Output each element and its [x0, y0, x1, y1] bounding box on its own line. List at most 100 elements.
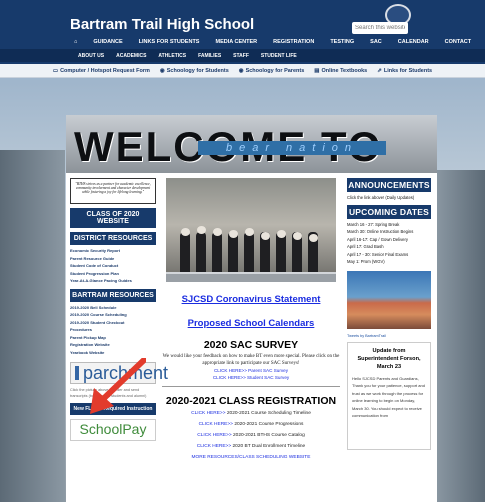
bartram-resources-heading: BARTRAM RESOURCES — [70, 288, 156, 302]
background-building-left — [0, 150, 65, 502]
link-desc: 2020-2021 BTHS Course Catalog — [231, 433, 305, 438]
subnav-academics[interactable]: ACADEMICS — [110, 53, 152, 59]
subnav-about-us[interactable]: ABOUT US — [72, 53, 110, 59]
list-item: March 30: Online Instruction Begins — [347, 229, 414, 234]
list-item[interactable]: 2019-2020 Student Checkout — [70, 319, 156, 327]
class-registration-title: 2020-2021 CLASS REGISTRATION — [165, 395, 337, 407]
quick-schoology-parents[interactable]: ◉ Schoology for Parents — [239, 68, 305, 74]
list-item[interactable]: Yearbook Website — [70, 349, 156, 357]
quick-schoology-students[interactable]: ◉ Schoology for Students — [160, 68, 229, 74]
list-item: May 1: Prom (WGV) — [347, 259, 385, 264]
graduates-photo — [166, 178, 336, 282]
link-desc: 2020-2021 Course Progressions — [233, 422, 304, 427]
schoolpay-link[interactable]: SchoolPay — [70, 419, 156, 441]
list-item[interactable]: Parent Pickup Map — [70, 334, 156, 342]
quick-computer-hotspot-form[interactable]: ▭ Computer / Hotspot Request Form — [53, 68, 150, 74]
venice-image[interactable] — [347, 270, 431, 329]
quick-label: Online Textbooks — [321, 67, 368, 74]
quick-label: Computer / Hotspot Request Form — [60, 67, 150, 74]
list-item: April 16-17: Cap / Gown Delivery — [347, 236, 408, 242]
schoology-icon: ◉ — [238, 67, 244, 74]
list-item[interactable]: Registration Website — [70, 341, 156, 349]
coronavirus-statement-link[interactable]: SJCSD Coronavirus Statement — [162, 294, 340, 305]
bear-nation-text: bear nation — [198, 141, 386, 155]
update-heading: Update from Superintendent Forson, March… — [357, 347, 421, 370]
list-item: April 17 - 30: Senior Final Exams — [347, 251, 409, 257]
quick-online-textbooks[interactable]: ▤ Online Textbooks — [314, 68, 367, 74]
nav-testing[interactable]: TESTING — [322, 39, 362, 45]
nav-media-center[interactable]: MEDIA CENTER — [207, 39, 265, 45]
quick-links-for-students[interactable]: ⇗ Links for Students — [377, 68, 432, 74]
subnav-athletics[interactable]: ATHLETICS — [152, 53, 192, 59]
sac-survey-title: 2020 SAC SURVEY — [203, 339, 299, 351]
search-input[interactable] — [352, 22, 408, 34]
nav-guidance[interactable]: GUIDANCE — [85, 39, 130, 45]
welcome-banner: WELCOME TO bear nation — [66, 115, 437, 173]
sac-survey-text: We would like your feedback on how to ma… — [162, 354, 340, 366]
proposed-calendars-link[interactable]: Proposed School Calendars — [162, 318, 340, 329]
announcements-heading[interactable]: ANNOUNCEMENTS — [347, 178, 431, 192]
district-resources-heading: DISTRICT RESOURCES — [70, 232, 156, 245]
sub-nav: ABOUT US ACADEMICS ATHLETICS FAMILIES ST… — [0, 49, 485, 62]
tweets-link[interactable]: Tweets by BartramTrail — [347, 334, 431, 338]
list-item[interactable]: 2019-2020 Bell Schedule — [70, 304, 156, 312]
district-links: Economic Security Report Parent Resource… — [70, 247, 156, 285]
link-desc: 2020 BT Dual Enrollment Timeline — [231, 444, 306, 449]
list-item[interactable]: Procedures — [70, 326, 156, 334]
bartram-links: 2019-2020 Bell Schedule 2019-2020 Course… — [70, 304, 156, 357]
class-link-row[interactable]: CLICK HERE>> 2020-2021 BTHS Course Catal… — [162, 430, 340, 441]
divider — [162, 386, 340, 387]
main-nav: ⌂ GUIDANCE LINKS FOR STUDENTS MEDIA CENT… — [66, 36, 479, 48]
list-item[interactable]: Student Progression Plan — [70, 270, 156, 278]
schoology-icon: ◉ — [159, 67, 165, 74]
list-item: April 17: Grad Bash — [347, 244, 384, 249]
list-item[interactable]: Parent Resource Guide — [70, 255, 156, 263]
nav-sac[interactable]: SAC — [362, 39, 390, 45]
more-resources-link[interactable]: MORE RESOURCES/CLASS SCHEDULING WEBSITE — [162, 452, 340, 463]
computer-icon: ▭ — [52, 67, 59, 74]
announcements-text: Click the link above! (Daily Updates) — [347, 195, 415, 200]
nav-calendar[interactable]: CALENDAR — [390, 39, 437, 45]
home-icon[interactable]: ⌂ — [66, 39, 85, 45]
site-header: Bartram Trail High School ⌂ GUIDANCE LIN… — [0, 0, 485, 64]
student-survey-link[interactable]: CLICK HERE>> Student SAC Survey — [162, 374, 340, 381]
quick-label: Schoology for Students — [166, 67, 229, 74]
list-item[interactable]: Student Code of Conduct — [70, 262, 156, 270]
book-icon: ▤ — [314, 67, 320, 74]
quick-label: Links for Students — [383, 67, 433, 74]
subnav-staff[interactable]: STAFF — [227, 53, 255, 59]
external-link-icon: ⇗ — [377, 67, 382, 74]
upcoming-dates-heading: UPCOMING DATES — [347, 204, 431, 219]
subnav-families[interactable]: FAMILIES — [192, 53, 227, 59]
list-item[interactable]: Year-At-A-Glance Pacing Guides — [70, 277, 156, 285]
superintendent-update: Update from Superintendent Forson, March… — [347, 341, 431, 450]
list-item[interactable]: 2019-2020 Course Scheduling — [70, 311, 156, 319]
class-link-row[interactable]: CLICK HERE>> 2020-2021 Course Progressio… — [162, 419, 340, 430]
quick-label: Schoology for Parents — [245, 67, 305, 74]
nav-links-for-students[interactable]: LINKS FOR STUDENTS — [131, 39, 208, 45]
click-here-link[interactable]: CLICK HERE>> — [197, 444, 231, 449]
upcoming-dates-list: March 16 - 27: Spring Break March 30: On… — [347, 221, 431, 266]
nav-contact[interactable]: CONTACT — [437, 39, 479, 45]
site-title[interactable]: Bartram Trail High School — [70, 16, 254, 33]
link-desc: 2020-2021 Course Scheduling Timeline — [225, 411, 311, 416]
subnav-student-life[interactable]: STUDENT LIFE — [255, 53, 303, 59]
click-here-link[interactable]: CLICK HERE>> — [199, 422, 233, 427]
click-here-link[interactable]: CLICK HERE>> — [197, 433, 231, 438]
center-column: SJCSD Coronavirus Statement Proposed Sch… — [162, 178, 340, 463]
class-link-row[interactable]: CLICK HERE>> 2020-2021 Course Scheduling… — [162, 408, 340, 419]
update-text: Hello SJCSD Parents and Guardians, Thank… — [352, 375, 425, 419]
background-building-right — [435, 170, 485, 502]
list-item: March 16 - 27: Spring Break — [347, 221, 400, 227]
class-of-2020-button[interactable]: CLASS OF 2020 WEBSITE — [70, 208, 156, 228]
click-here-link[interactable]: CLICK HERE>> — [191, 411, 225, 416]
class-link-row[interactable]: CLICK HERE>> 2020 BT Dual Enrollment Tim… — [162, 441, 340, 452]
parent-survey-link[interactable]: CLICK HERE>> Parent SAC Survey — [162, 367, 340, 374]
list-item[interactable]: Economic Security Report — [70, 247, 156, 255]
nav-registration[interactable]: REGISTRATION — [265, 39, 322, 45]
parchment-logo-icon — [75, 366, 79, 380]
quick-links-bar: ▭ Computer / Hotspot Request Form ◉ School… — [0, 64, 485, 78]
mission-notice: "BTHS strives as a partner for academic … — [70, 178, 156, 204]
right-column: ANNOUNCEMENTS Click the link above! (Dai… — [347, 178, 431, 450]
red-arrow-annotation — [90, 358, 146, 414]
